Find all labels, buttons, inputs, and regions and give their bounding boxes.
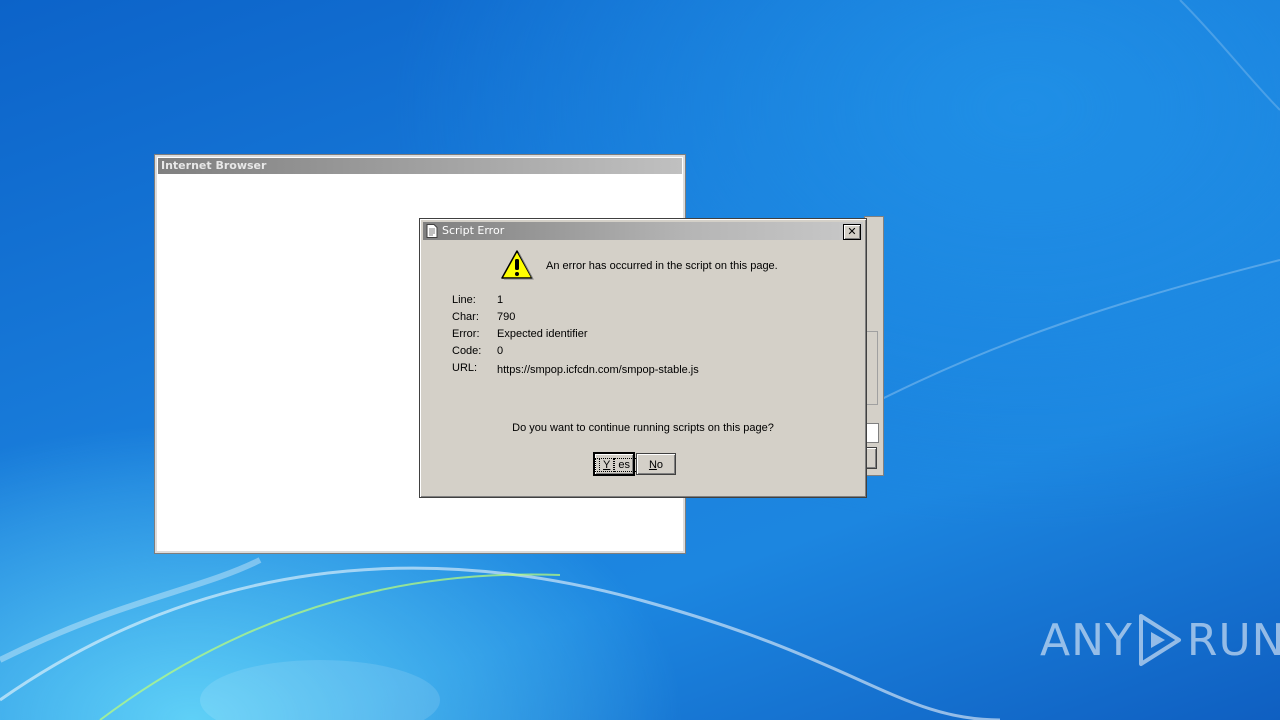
watermark-left: ANY: [1040, 614, 1133, 666]
yes-label-rest: es: [614, 458, 634, 472]
detail-value: 0: [497, 345, 504, 357]
dialog-title: Script Error: [442, 224, 505, 237]
play-logo-icon: [1138, 614, 1181, 666]
detail-value: https://smpop.icfcdn.com/smpop-stable.js: [497, 364, 699, 376]
detail-value: Expected identifier: [497, 328, 588, 340]
yes-button-label: Yes: [595, 458, 638, 472]
detail-label: Code:: [452, 345, 482, 357]
background-dialog: [864, 216, 884, 476]
no-button[interactable]: No: [636, 453, 676, 475]
detail-value: 790: [497, 311, 516, 323]
continue-question: Do you want to continue running scripts …: [512, 422, 774, 434]
browser-title: Internet Browser: [158, 158, 682, 174]
error-message: An error has occurred in the script on t…: [546, 260, 778, 272]
detail-label: Char:: [452, 311, 479, 323]
document-icon: [426, 224, 438, 238]
detail-label: Line:: [452, 294, 476, 306]
background-dialog-field: [865, 423, 879, 443]
dialog-titlebar[interactable]: Script Error ✕: [423, 222, 863, 240]
yes-button[interactable]: Yes: [593, 452, 638, 476]
detail-label: Error:: [452, 328, 480, 340]
detail-label: URL:: [452, 362, 478, 374]
yes-mnemonic: Y: [599, 458, 615, 472]
no-mnemonic: N: [648, 459, 657, 471]
detail-value: 1: [497, 294, 504, 306]
warning-icon: [501, 250, 534, 280]
no-label-rest: o: [656, 459, 664, 471]
watermark-right: RUN: [1186, 614, 1280, 666]
anyrun-watermark: ANY RUN: [1040, 612, 1280, 668]
close-button[interactable]: ✕: [843, 224, 861, 240]
script-error-dialog: Script Error ✕ An error has occurred in …: [419, 218, 867, 498]
